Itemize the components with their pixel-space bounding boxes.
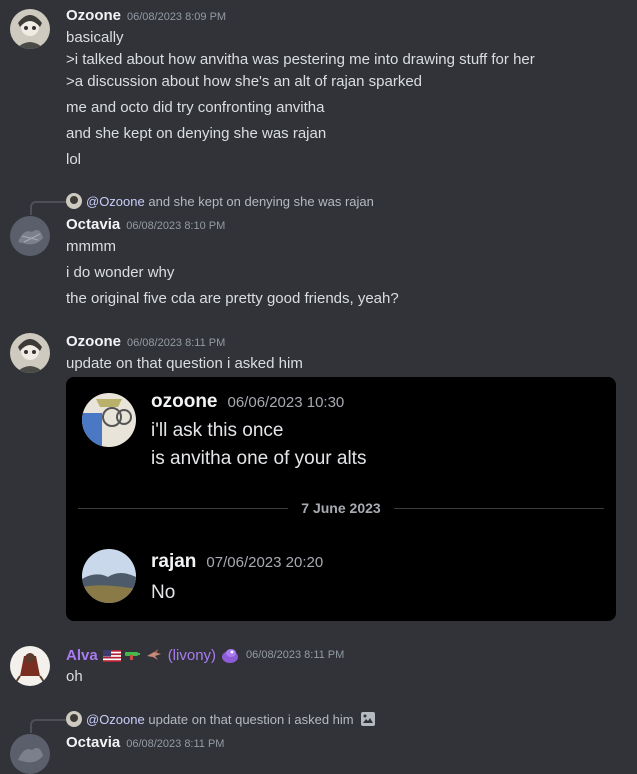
- message-header: Octavia 06/08/2023 8:10 PM: [66, 216, 225, 234]
- message-line: >i talked about how anvitha was pesterin…: [66, 51, 535, 68]
- embed-username: rajan: [151, 551, 197, 572]
- message-line: update on that question i asked him: [66, 355, 303, 372]
- image-icon: [360, 711, 376, 727]
- timestamp: 06/08/2023 8:11 PM: [126, 738, 225, 750]
- username[interactable]: Ozoone: [66, 333, 121, 350]
- message-header: Ozoone 06/08/2023 8:09 PM: [66, 7, 226, 25]
- embed-line: is anvitha one of your alts: [151, 448, 367, 469]
- reply-text: and she kept on denying she was rajan: [148, 193, 374, 209]
- message-line: >a discussion about how she's an alt of …: [66, 73, 423, 90]
- avatar-alva[interactable]: [10, 646, 50, 686]
- embed-avatar-rajan: [82, 549, 136, 603]
- reply-preview[interactable]: @Ozoone update on that question i asked …: [66, 711, 376, 727]
- message-header: Octavia 06/08/2023 8:11 PM: [66, 734, 224, 752]
- message-line: and she kept on denying she was rajan: [66, 125, 327, 142]
- reply-mention[interactable]: @Ozoone: [86, 712, 145, 727]
- message-line: me and octo did try confronting anvitha: [66, 99, 325, 116]
- reply-mention[interactable]: @Ozoone: [86, 194, 145, 209]
- message-line: basically: [66, 29, 124, 46]
- avatar-ozoone[interactable]: [10, 333, 50, 373]
- message-header: Ozoone 06/08/2023 8:11 PM: [66, 333, 225, 351]
- embed-avatar-ozoone: [82, 393, 136, 447]
- avatar-octavia[interactable]: [10, 734, 50, 774]
- embed-header-2: rajan 07/06/2023 20:20: [151, 551, 323, 573]
- purple-blob-emoji-icon: [220, 646, 240, 664]
- message-line: i do wonder why: [66, 264, 175, 281]
- reply-spine: [30, 719, 66, 733]
- date-divider-line: [78, 508, 288, 509]
- embed-username: ozoone: [151, 391, 218, 412]
- reply-avatar-icon: [66, 711, 82, 727]
- timestamp: 06/08/2023 8:11 PM: [246, 649, 345, 661]
- username-suffix[interactable]: (livony): [168, 647, 216, 664]
- message-line: oh: [66, 668, 83, 685]
- date-divider-line: [394, 508, 604, 509]
- embed-line: No: [151, 582, 176, 603]
- message-header: Alva (livony) 06/08/2023 8:11 PM: [66, 646, 344, 664]
- us-flag-icon: [102, 649, 121, 662]
- bird-icon: [146, 648, 162, 662]
- username[interactable]: Octavia: [66, 734, 120, 751]
- embed-line: i'll ask this once: [151, 420, 284, 441]
- gun-icon: [124, 648, 140, 662]
- username[interactable]: Octavia: [66, 216, 120, 233]
- reply-avatar-icon: [66, 193, 82, 209]
- message-line: mmmm: [66, 238, 116, 255]
- timestamp: 06/08/2023 8:10 PM: [126, 220, 226, 232]
- date-divider-label: 7 June 2023: [301, 500, 381, 516]
- message-line: the original five cda are pretty good fr…: [66, 290, 399, 307]
- timestamp: 06/08/2023 8:11 PM: [127, 337, 226, 349]
- avatar-ozoone[interactable]: [10, 9, 50, 49]
- embed-timestamp: 06/06/2023 10:30: [227, 394, 345, 411]
- message-line: lol: [66, 151, 82, 168]
- embed-header-1: ozoone 06/06/2023 10:30: [151, 391, 344, 413]
- embed-timestamp: 07/06/2023 20:20: [206, 554, 324, 571]
- avatar-octavia[interactable]: [10, 216, 50, 256]
- reply-text: update on that question i asked him: [148, 711, 354, 727]
- username[interactable]: Alva: [66, 647, 98, 664]
- reply-spine: [30, 201, 66, 215]
- username[interactable]: Ozoone: [66, 7, 121, 24]
- reply-preview[interactable]: @Ozoone and she kept on denying she was …: [66, 193, 374, 209]
- screenshot-embed[interactable]: ozoone 06/06/2023 10:30 i'll ask this onc…: [66, 377, 616, 621]
- timestamp: 06/08/2023 8:09 PM: [127, 11, 227, 23]
